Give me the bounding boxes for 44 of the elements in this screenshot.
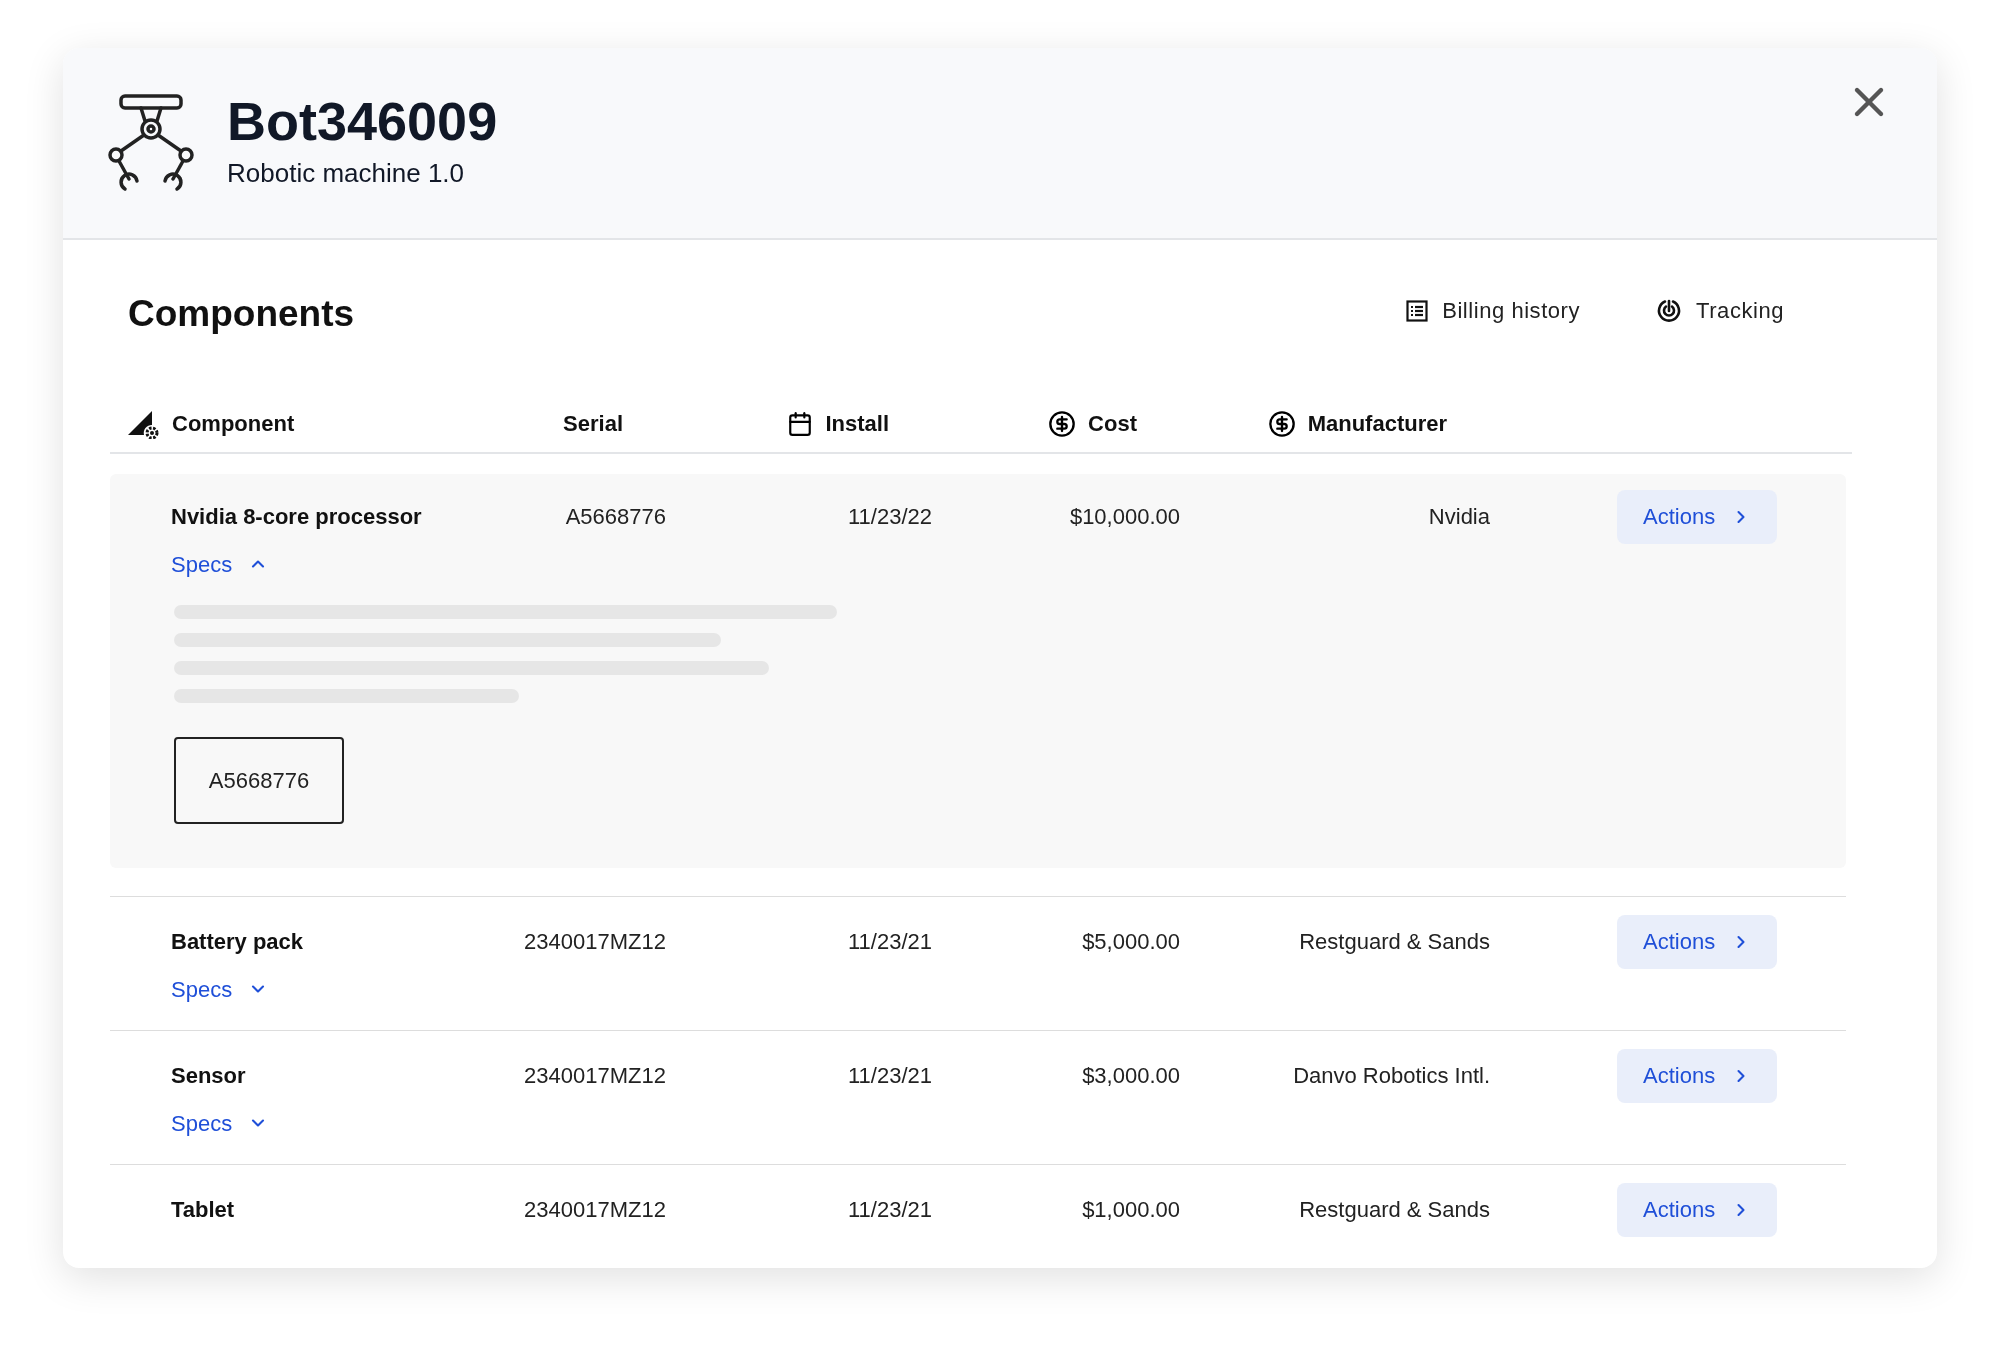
actions-button[interactable]: Actions	[1617, 489, 1778, 544]
component-name: Battery pack	[171, 928, 305, 956]
calendar-icon	[787, 410, 814, 437]
manufacturer-cell-text: Restguard & Sands	[1298, 928, 1490, 956]
dollar-icon	[1267, 409, 1296, 438]
cost-cell-text: $5,000.00	[1081, 928, 1180, 956]
robot-arm-icon	[107, 93, 197, 193]
actions-button[interactable]: Actions	[1617, 1182, 1778, 1237]
section-title: Components	[128, 292, 355, 336]
manufacturer-cell-text: Nvidia	[1427, 503, 1490, 531]
dollar-icon	[1048, 409, 1077, 438]
specs-toggle[interactable]: Specs	[171, 547, 269, 581]
column-header: Manufacturer	[1307, 410, 1447, 438]
actions-button[interactable]: Actions	[1617, 1048, 1778, 1103]
component-name: Tablet	[171, 1196, 236, 1224]
manufacturer-cell-text: Danvo Robotics Intl.	[1292, 1062, 1490, 1090]
cost-cell-text: $1,000.00	[1081, 1196, 1180, 1224]
serial-cell-text: 2340017MZ12	[523, 1062, 666, 1090]
install-cell-text: 11/23/21	[847, 928, 932, 956]
serial-cell-text: 2340017MZ12	[523, 1196, 666, 1224]
manufacturer-cell-text: Restguard & Sands	[1298, 1196, 1490, 1224]
header-link[interactable]: Tracking	[1656, 294, 1784, 327]
serial-cell-text: A5668776	[564, 503, 666, 531]
install-cell-text: 11/23/21	[847, 1196, 932, 1224]
header-link[interactable]: Billing history	[1406, 294, 1581, 327]
column-header: Cost	[1088, 410, 1137, 438]
component-name: Nvidia 8-core processor	[171, 503, 423, 531]
cost-cell-text: $3,000.00	[1081, 1062, 1180, 1090]
serial-cell-text: 2340017MZ12	[523, 928, 666, 956]
column-header: Component	[172, 410, 295, 438]
dialog-subtitle: Robotic machine 1.0	[227, 156, 466, 190]
list-icon	[1406, 299, 1429, 322]
install-cell-text: 11/23/22	[847, 503, 932, 531]
column-header: Install	[825, 410, 889, 438]
spec-value-box: A5668776	[174, 736, 344, 824]
radar-icon	[1656, 297, 1683, 324]
specs-toggle[interactable]: Specs	[171, 972, 269, 1006]
dialog-title: Bot346009	[227, 93, 498, 148]
column-header: Serial	[563, 410, 623, 438]
actions-button[interactable]: Actions	[1617, 914, 1778, 969]
specs-toggle[interactable]: Specs	[171, 1106, 269, 1140]
cost-cell-text: $10,000.00	[1068, 503, 1180, 531]
install-cell-text: 11/23/21	[847, 1062, 932, 1090]
component-name: Sensor	[171, 1062, 247, 1090]
